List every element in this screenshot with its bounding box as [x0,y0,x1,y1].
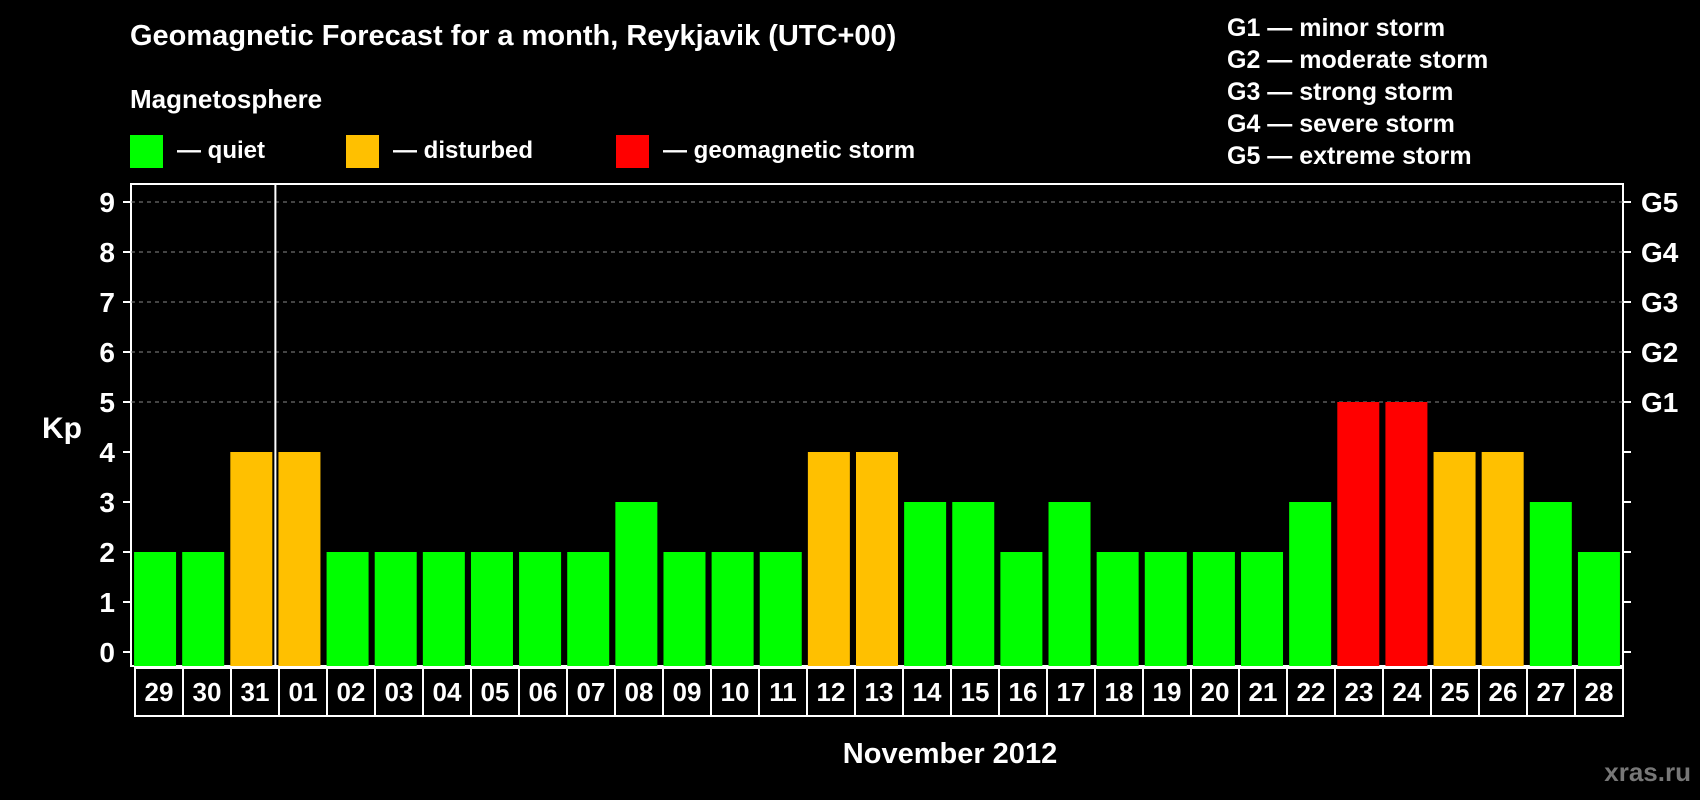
x-tick-label-14: 14 [913,677,942,707]
bar-09 [663,552,706,666]
x-tick-label-04: 04 [433,677,462,707]
y-tick-label-6: 6 [99,337,115,368]
x-tick-label-13: 13 [865,677,894,707]
bar-19 [1144,552,1187,666]
bar-29 [134,552,177,666]
x-tick-label-25: 25 [1441,677,1470,707]
bar-01 [278,452,321,666]
g-axis-label-g1: G1 [1641,387,1678,418]
g-axis-label-g3: G3 [1641,287,1678,318]
bar-05 [470,552,513,666]
kp-bar-chart: 0123456789G1G2G3G4G5Kp29 30 31 01 02 03 04 05 06… [42,183,1679,770]
g-axis-label-g2: G2 [1641,337,1678,368]
y-axis-label: Kp [42,412,82,445]
x-tick-label-12: 12 [817,677,846,707]
bar-30 [182,552,225,666]
x-tick-label-19: 19 [1153,677,1182,707]
bar-22 [1289,502,1332,666]
x-tick-label-29: 29 [145,677,174,707]
x-tick-label-24: 24 [1393,677,1422,707]
x-tick-label-16: 16 [1009,677,1038,707]
x-tick-label-28: 28 [1585,677,1614,707]
bar-04 [422,552,465,666]
bar-15 [952,502,995,666]
bar-27 [1529,502,1572,666]
x-tick-label-22: 22 [1297,677,1326,707]
x-tick-label-17: 17 [1057,677,1086,707]
bar-23 [1337,402,1380,666]
bar-25 [1433,452,1476,666]
x-tick-label-08: 08 [625,677,654,707]
x-tick-label-07: 07 [577,677,606,707]
bar-31 [230,452,273,666]
x-tick-label-21: 21 [1249,677,1278,707]
y-tick-label-2: 2 [99,537,115,568]
x-tick-label-15: 15 [961,677,990,707]
x-tick-label-30: 30 [193,677,222,707]
y-tick-label-7: 7 [99,287,115,318]
x-tick-label-06: 06 [529,677,558,707]
x-tick-label-20: 20 [1201,677,1230,707]
x-tick-label-09: 09 [673,677,702,707]
x-axis-label: November 2012 [843,738,1057,770]
bar-17 [1048,502,1091,666]
x-tick-label-31: 31 [241,677,270,707]
x-tick-label-11: 11 [769,677,797,707]
bar-26 [1481,452,1524,666]
bar-11 [759,552,802,666]
bar-14 [904,502,947,666]
bar-21 [1241,552,1284,666]
bar-07 [567,552,610,666]
g-axis-label-g5: G5 [1641,187,1678,218]
bar-24 [1385,402,1428,666]
g-axis-label-g4: G4 [1641,237,1679,268]
bar-12 [807,452,850,666]
bar-13 [856,452,898,666]
bar-16 [1000,552,1043,666]
bar-02 [326,552,369,666]
x-tick-label-18: 18 [1105,677,1134,707]
bar-03 [374,552,417,666]
y-tick-label-5: 5 [99,387,115,418]
y-tick-label-1: 1 [99,587,115,618]
bar-10 [711,552,754,666]
watermark: xras.ru [1604,757,1691,787]
x-tick-label-05: 05 [481,677,510,707]
x-tick-label-26: 26 [1489,677,1518,707]
x-tick-label-27: 27 [1537,677,1566,707]
x-tick-label-23: 23 [1345,677,1374,707]
y-tick-label-9: 9 [99,187,115,218]
y-tick-label-8: 8 [99,237,115,268]
bar-20 [1192,552,1235,666]
bar-06 [519,552,562,666]
x-tick-label-10: 10 [721,677,750,707]
bar-08 [615,502,658,666]
y-tick-label-0: 0 [99,637,115,668]
bar-28 [1577,552,1620,666]
y-tick-label-4: 4 [99,437,115,468]
x-tick-label-02: 02 [337,677,366,707]
x-tick-label-01: 01 [289,677,318,707]
x-tick-label-03: 03 [385,677,414,707]
y-tick-label-3: 3 [99,487,115,518]
bar-18 [1096,552,1139,666]
